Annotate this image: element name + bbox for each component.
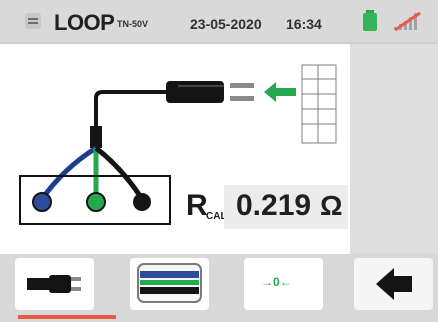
home-icon[interactable]: [24, 12, 42, 30]
mode-subtitle: TN-50V: [117, 19, 149, 29]
right-panel: [350, 44, 438, 254]
plug-icon: [27, 275, 81, 293]
cable-icon: [137, 263, 202, 303]
result-value: 0.219: [236, 189, 312, 222]
status-bar: LOOP TN-50V 23-05-2020 16:34: [0, 0, 438, 44]
result-symbol: R: [186, 189, 208, 222]
bottom-toolbar: →0←: [0, 254, 438, 322]
zero-offset-label: →0←: [261, 275, 292, 289]
result-box: 0.219 Ω: [224, 185, 348, 229]
signal-icon: [394, 11, 421, 32]
wiring-mode-button[interactable]: [130, 258, 209, 310]
arrow-left-icon: [376, 268, 412, 300]
measurement-panel: R CAL 0.219 Ω: [0, 44, 350, 254]
result-unit: Ω: [320, 190, 343, 221]
time-text: 16:34: [286, 16, 322, 32]
screen: LOOP TN-50V 23-05-2020 16:34 R CAL 0.219…: [0, 0, 438, 322]
zero-offset-button[interactable]: →0←: [244, 258, 323, 310]
back-button[interactable]: [354, 258, 433, 310]
plug-mode-button[interactable]: [15, 258, 94, 310]
mode-title: LOOP: [54, 10, 115, 35]
active-tab-indicator: [18, 315, 116, 319]
battery-icon: [363, 10, 377, 31]
date-text: 23-05-2020: [190, 16, 262, 32]
